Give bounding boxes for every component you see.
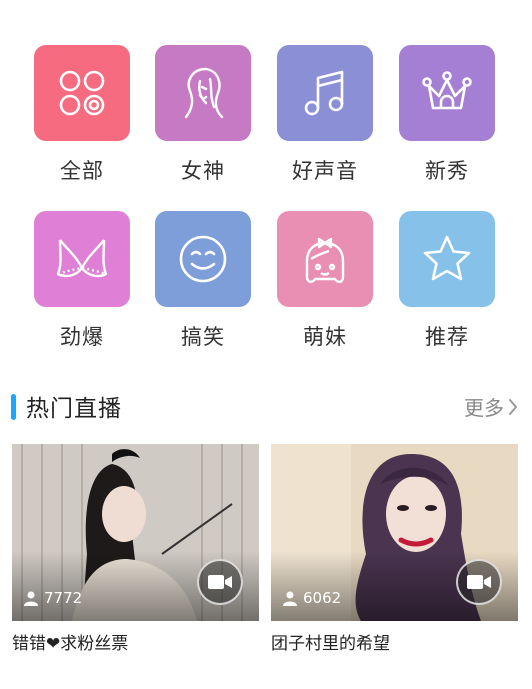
hot-live-section-header: 热门直播 更多 bbox=[0, 386, 532, 426]
section-title: 热门直播 bbox=[26, 396, 122, 422]
category-label: 推荐 bbox=[425, 325, 469, 349]
viewer-count-value: 7772 bbox=[44, 589, 83, 607]
more-link[interactable]: 更多 bbox=[464, 392, 518, 421]
stream-title: 错错❤求粉丝票 bbox=[12, 634, 129, 654]
stream-title: 团子村里的希望 bbox=[271, 634, 390, 654]
viewer-count: 6062 bbox=[283, 589, 341, 607]
video-camera-button[interactable] bbox=[197, 559, 243, 605]
category-label: 新秀 bbox=[425, 159, 469, 183]
category-all[interactable]: 全部 bbox=[33, 45, 131, 185]
category-label: 劲爆 bbox=[60, 325, 104, 349]
video-camera-button[interactable] bbox=[456, 559, 502, 605]
category-label: 全部 bbox=[60, 159, 104, 183]
stream-card[interactable]: 6062 团子村里的希望 bbox=[271, 444, 518, 654]
stream-thumbnail: 6062 bbox=[271, 444, 518, 621]
all-grid-icon bbox=[34, 45, 130, 141]
cute-girl-icon bbox=[277, 211, 373, 307]
bikini-top-icon bbox=[34, 211, 130, 307]
category-funny[interactable]: 搞笑 bbox=[154, 211, 252, 351]
viewer-count: 7772 bbox=[24, 589, 82, 607]
video-camera-icon bbox=[208, 575, 232, 589]
viewer-count-value: 6062 bbox=[303, 589, 342, 607]
music-note-icon bbox=[277, 45, 373, 141]
category-label: 萌妹 bbox=[303, 325, 347, 349]
more-label: 更多 bbox=[464, 396, 504, 420]
crown-icon bbox=[399, 45, 495, 141]
star-icon bbox=[399, 211, 495, 307]
stream-thumbnail: 7772 bbox=[12, 444, 259, 621]
category-label: 女神 bbox=[181, 159, 225, 183]
smiley-icon bbox=[155, 211, 251, 307]
category-label: 搞笑 bbox=[181, 325, 225, 349]
person-icon bbox=[24, 591, 38, 606]
category-hot[interactable]: 劲爆 bbox=[33, 211, 131, 351]
category-rookie[interactable]: 新秀 bbox=[398, 45, 496, 185]
category-good-voice[interactable]: 好声音 bbox=[276, 45, 374, 185]
category-recommend[interactable]: 推荐 bbox=[398, 211, 496, 351]
category-goddess[interactable]: 女神 bbox=[154, 45, 252, 185]
person-icon bbox=[283, 591, 297, 606]
video-camera-icon bbox=[467, 575, 491, 589]
stream-card[interactable]: 7772 错错❤求粉丝票 bbox=[12, 444, 259, 654]
section-accent-bar bbox=[11, 394, 16, 420]
chevron-right-icon bbox=[509, 398, 517, 415]
category-cute-girl[interactable]: 萌妹 bbox=[276, 211, 374, 351]
category-label: 好声音 bbox=[292, 159, 358, 183]
goddess-icon bbox=[155, 45, 251, 141]
